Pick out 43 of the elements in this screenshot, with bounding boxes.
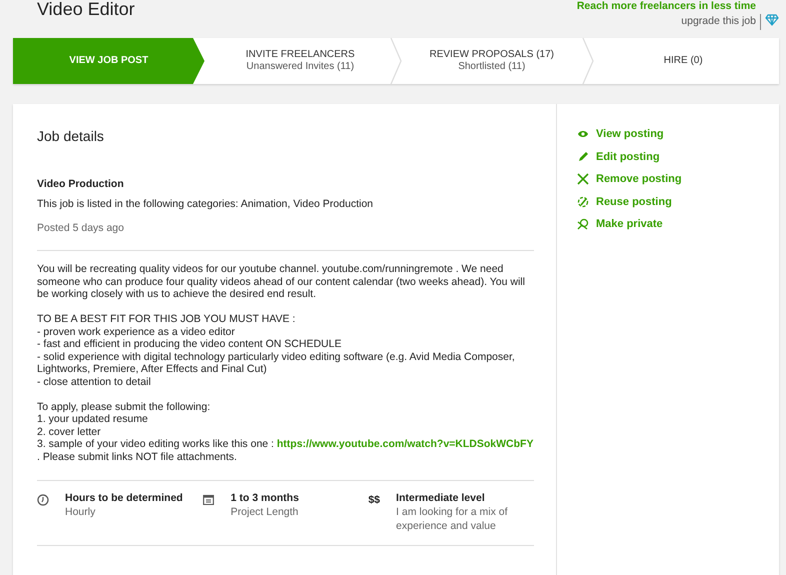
- description-line: - close attention to detail: [37, 376, 152, 389]
- fact-subtitle: Project Length: [230, 504, 299, 519]
- step-tab[interactable]: VIEW JOB POST: [13, 38, 204, 84]
- fact-title: Hours to be determined: [65, 490, 183, 505]
- categories-text: This job is listed in the following categories: Animation, Video Production: [37, 196, 374, 212]
- action-link[interactable]: Reuse posting: [577, 194, 759, 210]
- action-link[interactable]: Make private: [577, 216, 759, 232]
- close-icon: [577, 173, 589, 186]
- description-line: To apply, please submit the following:: [37, 400, 212, 414]
- price-icon: $$: [368, 494, 380, 506]
- description-line: 3. sample of your video editing works like this one : https://www.youtube.com/watch?v=KLDSokWCbFY . Please submit links NOT file attachments.: [37, 438, 534, 464]
- clock-icon: [37, 494, 49, 506]
- action-link[interactable]: Remove posting: [577, 171, 759, 188]
- description-line: - proven work experience as a video editor: [37, 326, 236, 338]
- promo-text: Reach more freelancers in less time: [576, 0, 756, 13]
- description-line: TO BE A BEST FIT FOR THIS JOB YOU MUST HAVE :: [37, 313, 296, 326]
- recycle-icon: [577, 196, 589, 208]
- action-link[interactable]: Edit posting: [577, 148, 759, 165]
- step-tab[interactable]: REVIEW PROPOSALS (17) Shortlisted (11): [396, 38, 588, 84]
- chevron-icon: [582, 38, 594, 84]
- description-line: - fast and efficient in producing the video content ON SCHEDULE: [37, 338, 342, 351]
- fact-title: 1 to 3 months: [230, 490, 299, 505]
- action-link[interactable]: View posting: [577, 126, 759, 142]
- fact-title: Intermediate level: [396, 490, 486, 505]
- fact-subtitle: I am looking for a mix of experience and value: [396, 504, 508, 534]
- step-tab[interactable]: INVITE FREELANCERS Unanswered Invites (11): [204, 38, 396, 84]
- description-line: You will be recreating quality videos for our youtube channel. youtube.com/runningremote . We need someone who can produce four quality videos ahead of our content calendar (two weeks ahead). You will be working closely with us to achieve the desired end result.: [37, 263, 526, 302]
- page-title: Video Editor: [37, 0, 135, 21]
- step-tab[interactable]: HIRE (0): [588, 38, 779, 84]
- magnifier-icon: [577, 218, 589, 230]
- section-heading: Job details: [37, 127, 105, 146]
- chevron-icon: [390, 38, 402, 84]
- video-link[interactable]: https://www.youtube.com/watch?v=KLDSokWCbFY: [276, 438, 534, 450]
- calendar-icon: [202, 494, 214, 506]
- description-line: 1. your updated resume: [37, 413, 149, 426]
- category-title: Video Production: [37, 177, 125, 192]
- fact-subtitle: Hourly: [65, 504, 96, 519]
- upgrade-link[interactable]: upgrade this job: [681, 14, 756, 27]
- posted-time: Posted 5 days ago: [37, 220, 125, 236]
- diamond-icon: [765, 14, 779, 26]
- description-line: - solid experience with digital technology particularly video editing software (e.g. Avid Media Composer, Lightworks, Premiere, After Effects and Final Cut): [37, 350, 516, 376]
- pencil-icon: [577, 150, 589, 163]
- description-line: 2. cover letter: [37, 426, 102, 438]
